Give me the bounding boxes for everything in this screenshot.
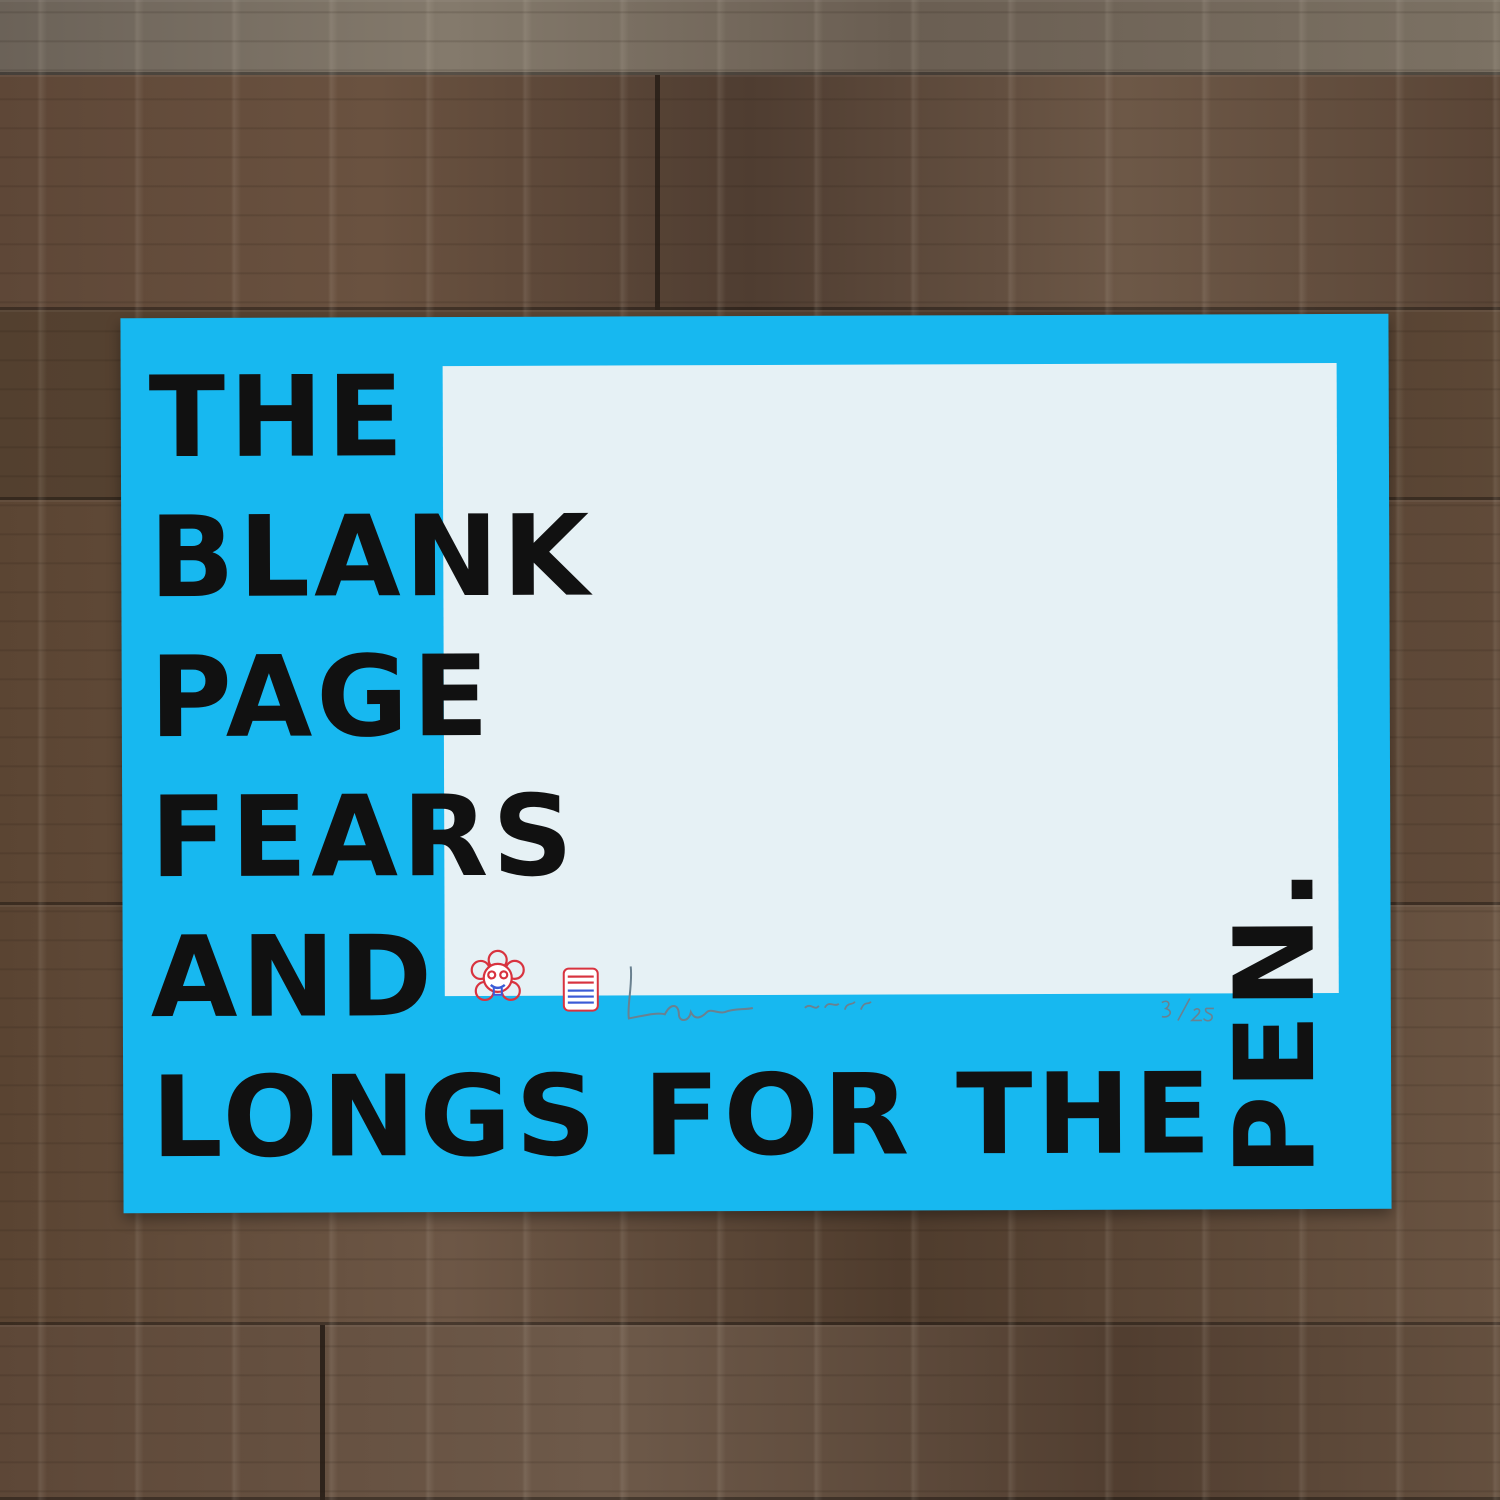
vertical-word-pen: PEN. <box>1210 862 1340 1177</box>
wood-plank <box>0 75 1500 310</box>
plank-seam <box>320 1325 325 1500</box>
slogan-line: LONGS FOR THE <box>151 1049 1215 1184</box>
wood-plank <box>0 1325 1500 1500</box>
slogan-line: PAGE <box>149 631 493 764</box>
square-logo-stamp-icon <box>562 967 599 1012</box>
edition-number <box>1161 998 1214 1022</box>
slogan-line: BLANK <box>149 491 594 624</box>
wooden-floor-background: THE BLANK PAGE FEARS AND LONGS FOR THE P… <box>0 0 1500 1500</box>
pencil-signature <box>627 966 872 1021</box>
plank-seam <box>655 75 660 310</box>
slogan-line: FEARS <box>150 771 578 904</box>
art-print: THE BLANK PAGE FEARS AND LONGS FOR THE P… <box>120 313 1392 1214</box>
slogan-text: THE BLANK PAGE FEARS AND LONGS FOR THE <box>149 344 1215 1188</box>
slogan-line: THE <box>148 352 408 484</box>
wood-plank <box>0 0 1500 75</box>
flower-face-stamp-icon <box>470 949 525 1002</box>
